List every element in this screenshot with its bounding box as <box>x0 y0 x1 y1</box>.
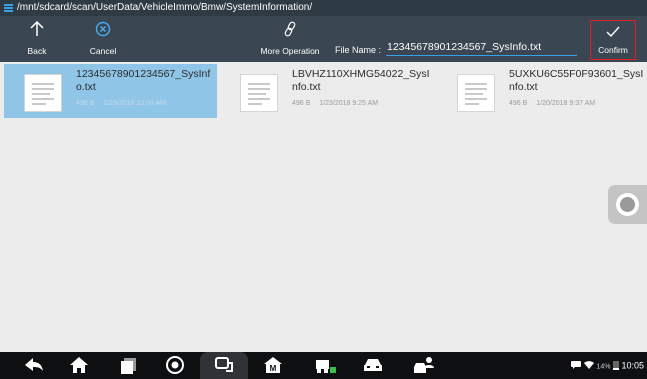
browser-icon[interactable] <box>160 355 190 377</box>
file-date: 1/23/2018 9:25 AM <box>319 100 379 107</box>
svg-text:M: M <box>270 364 277 373</box>
user-car-icon[interactable] <box>410 355 440 377</box>
current-path: /mnt/sdcard/scan/UserData/VehicleImmo/Bm… <box>17 2 313 13</box>
vci-connector-icon[interactable] <box>209 355 239 377</box>
battery-percentage: 14% <box>596 363 611 371</box>
more-operation-button[interactable]: More Operation <box>255 16 325 62</box>
message-icon <box>571 361 582 371</box>
confirm-button[interactable]: Confirm <box>590 20 636 60</box>
file-size: 496 B <box>76 100 95 107</box>
file-meta: 496 B 1/20/2018 9:37 AM <box>509 100 595 107</box>
system-nav-bar: M 14% 10:05 <box>0 352 647 379</box>
recent-apps-icon[interactable] <box>114 355 144 377</box>
arrow-up-icon <box>19 20 55 45</box>
file-item[interactable]: 5UXKU6C55F0F93601_SysInfo.txt 496 B 1/20/… <box>437 64 647 118</box>
more-operation-label: More Operation <box>260 46 320 56</box>
file-name-input[interactable] <box>386 38 577 56</box>
toolbar: Back Cancel More Operation File Name : C… <box>0 16 647 62</box>
floating-assistive-button[interactable] <box>608 185 647 224</box>
file-meta: 496 B 1/23/2018 9:25 AM <box>292 100 378 107</box>
back-button[interactable]: Back <box>19 16 55 62</box>
file-date: 1/20/2018 9:37 AM <box>536 100 596 107</box>
cancel-button[interactable]: Cancel <box>83 16 123 62</box>
menu-icon[interactable] <box>4 4 13 12</box>
back-label: Back <box>27 46 47 56</box>
file-meta: 496 B 1/26/2018 10:03 AM <box>76 100 166 107</box>
file-grid: 12345678901234567_SysInfo.txt 496 B 1/26/… <box>0 62 647 352</box>
text-file-icon <box>24 74 62 112</box>
cancel-circle-icon <box>83 21 123 45</box>
clock: 10:05 <box>621 360 644 371</box>
checkmark-icon <box>591 21 635 44</box>
text-file-icon <box>240 74 278 112</box>
file-size: 496 B <box>509 100 528 107</box>
diag-home-icon[interactable]: M <box>258 355 288 377</box>
confirm-label: Confirm <box>598 45 628 55</box>
path-bar: /mnt/sdcard/scan/UserData/VehicleImmo/Bm… <box>0 0 647 16</box>
text-file-icon <box>457 74 495 112</box>
back-arrow-icon[interactable] <box>19 355 49 377</box>
cancel-label: Cancel <box>89 46 117 56</box>
file-name-label: File Name : <box>335 45 382 55</box>
status-area: 14% 10:05 <box>571 360 644 372</box>
file-name: LBVHZ110XHMG54022_SysInfo.txt <box>292 68 430 93</box>
file-item[interactable]: 12345678901234567_SysInfo.txt 496 B 1/26/… <box>4 64 217 118</box>
car-icon[interactable] <box>358 355 388 377</box>
file-name: 5UXKU6C55F0F93601_SysInfo.txt <box>509 68 644 93</box>
file-item[interactable]: LBVHZ110XHMG54022_SysInfo.txt 496 B 1/23/… <box>220 64 433 118</box>
wifi-icon <box>583 361 594 371</box>
file-date: 1/26/2018 10:03 AM <box>103 100 166 107</box>
home-icon[interactable] <box>64 355 94 377</box>
file-size: 496 B <box>292 100 311 107</box>
battery-icon <box>612 360 619 372</box>
assistive-touch-icon <box>616 193 639 216</box>
link-icon <box>255 21 325 45</box>
vehicle-service-icon[interactable] <box>311 355 341 377</box>
file-name: 12345678901234567_SysInfo.txt <box>76 68 211 93</box>
